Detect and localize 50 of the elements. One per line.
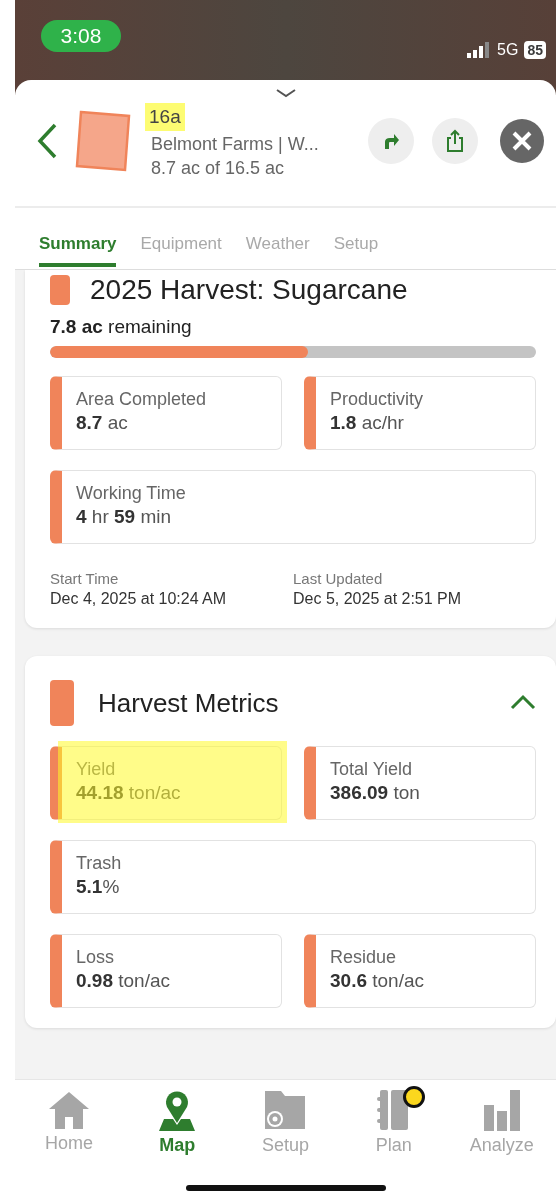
nav-item[interactable]: Home	[24, 1088, 115, 1179]
share-button[interactable]	[432, 118, 478, 164]
close-button[interactable]	[500, 119, 544, 163]
nav-item[interactable]: Map	[132, 1088, 223, 1179]
status-time: 3:08	[41, 20, 121, 52]
back-icon[interactable]	[37, 123, 57, 159]
network-label: 5G	[497, 41, 519, 59]
metric-label: Yield	[76, 759, 117, 780]
operation-color-icon	[50, 275, 70, 305]
metric-value: 8.7 ac	[76, 412, 129, 434]
metric-label: Residue	[330, 947, 398, 968]
remaining-text: 7.8 ac remaining	[50, 316, 193, 338]
directions-button[interactable]	[368, 118, 414, 164]
field-shape-icon	[75, 110, 131, 172]
metric-value: 44.18 ton/ac	[76, 782, 182, 804]
share-icon	[445, 129, 465, 153]
section-title: Harvest Metrics	[98, 687, 280, 719]
time-label: Start Time	[50, 570, 120, 587]
metric-label: Total Yield	[330, 759, 414, 780]
time-value: Dec 4, 2025 at 10:24 AM	[50, 590, 228, 608]
section-color-icon	[50, 680, 74, 726]
metric-label: Productivity	[330, 389, 425, 410]
close-icon	[511, 130, 533, 152]
metric-label: Trash	[76, 853, 123, 874]
field-area: 8.7 ac of 16.5 ac	[151, 158, 350, 179]
metric-value: 0.98 ton/ac	[76, 970, 172, 992]
time-value: Dec 5, 2025 at 2:51 PM	[293, 590, 463, 608]
turn-right-arrow-icon	[382, 132, 400, 150]
tab[interactable]: Equipment	[140, 232, 222, 267]
metric-label: Loss	[76, 947, 116, 968]
metric-label: Area Completed	[76, 389, 208, 410]
tab[interactable]: Weather	[245, 232, 310, 267]
metric-value: 30.6 ton/ac	[330, 970, 426, 992]
time-label: Last Updated	[293, 570, 384, 587]
nav-item[interactable]: Analyze	[456, 1088, 547, 1179]
battery-level: 85	[524, 41, 546, 59]
metric-value: 5.1%	[76, 876, 121, 898]
metric-value: 4 hr 59 min	[76, 506, 173, 528]
metric-label: Working Time	[76, 483, 187, 504]
nav-item[interactable]: Plan	[348, 1088, 439, 1179]
folder-gear-icon	[263, 1089, 308, 1131]
signal-icon	[467, 42, 492, 58]
field-name: 16a	[145, 103, 185, 131]
farm-name: Belmont Farms | W...	[151, 134, 320, 155]
metric-value: 1.8 ac/hr	[330, 412, 405, 434]
collapse-chevron-icon[interactable]	[274, 88, 297, 98]
nav-item[interactable]: Setup	[240, 1088, 331, 1179]
operation-title: 2025 Harvest: Sugarcane	[90, 274, 408, 306]
metric-value: 386.09 ton	[330, 782, 421, 804]
tab[interactable]: Setup	[333, 232, 379, 267]
